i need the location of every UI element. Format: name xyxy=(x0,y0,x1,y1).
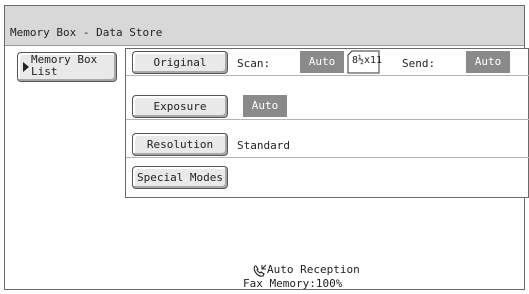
title-bar: Memory Box - Data Store xyxy=(5,6,524,46)
memory-box-list-button[interactable]: Memory Box List xyxy=(17,52,117,82)
special-modes-row: Special Modes xyxy=(126,164,529,191)
exposure-value: Auto xyxy=(243,95,287,117)
resolution-button[interactable]: Resolution xyxy=(132,133,228,156)
triangle-right-icon xyxy=(23,62,29,72)
exposure-row: Exposure Auto xyxy=(126,93,529,120)
page-title: Memory Box - Data Store xyxy=(10,26,163,39)
memory-box-data-store-screen: Memory Box - Data Store Memory Box List … xyxy=(4,5,529,290)
fax-memory-text: Fax Memory:100% xyxy=(243,277,343,290)
send-label: Send: xyxy=(402,57,436,70)
settings-panel: Original Scan: Auto 8½x11 Send: Auto Exp… xyxy=(125,48,529,198)
original-button[interactable]: Original xyxy=(132,51,228,74)
phone-reception-icon xyxy=(253,264,267,277)
resolution-value: Standard xyxy=(237,139,290,152)
memory-box-list-label: Memory Box List xyxy=(31,53,98,78)
special-modes-button[interactable]: Special Modes xyxy=(132,166,228,189)
send-value: Auto xyxy=(466,51,510,73)
reception-mode-text: Auto Reception xyxy=(267,263,360,276)
scan-value: Auto xyxy=(300,51,344,73)
exposure-button[interactable]: Exposure xyxy=(132,95,228,118)
resolution-row: Resolution Standard xyxy=(126,131,529,158)
scan-label: Scan: xyxy=(237,57,271,70)
paper-size-value: 8½x11 xyxy=(352,55,383,66)
original-row: Original Scan: Auto 8½x11 Send: Auto xyxy=(126,49,529,76)
